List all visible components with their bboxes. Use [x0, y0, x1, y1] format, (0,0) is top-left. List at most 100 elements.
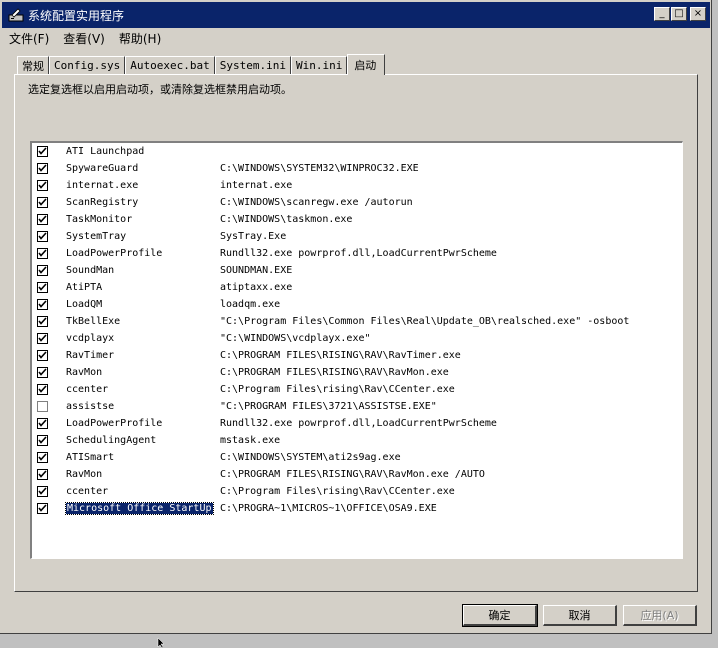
cancel-button[interactable]: 取消	[543, 605, 617, 626]
startup-item-row[interactable]: RavMon C:\PROGRAM FILES\RISING\RAV\RavMon…	[32, 364, 682, 381]
startup-item-checkbox[interactable]	[37, 163, 48, 174]
tab-autoexec-bat[interactable]: Autoexec.bat	[125, 56, 215, 74]
startup-item-row[interactable]: LoadPowerProfile Rundll32.exe powrprof.dl…	[32, 415, 682, 432]
startup-item-checkbox[interactable]	[37, 333, 48, 344]
startup-item-row[interactable]: ccenter C:\Program Files\rising\Rav\CCent…	[32, 381, 682, 398]
startup-item-row[interactable]: LoadQM loadqm.exe	[32, 296, 682, 313]
maximize-button[interactable]: □	[671, 7, 687, 21]
startup-item-name-text: SpywareGuard	[66, 163, 139, 174]
startup-item-row[interactable]: SoundMan SOUNDMAN.EXE	[32, 262, 682, 279]
startup-item-name-text: internat.exe	[66, 180, 139, 191]
startup-item-checkbox[interactable]	[37, 486, 48, 497]
checkmark-icon	[38, 215, 47, 223]
startup-item-row[interactable]: internat.exe internat.exe	[32, 177, 682, 194]
startup-item-checkbox[interactable]	[37, 367, 48, 378]
startup-item-name-text: RavTimer	[66, 350, 115, 361]
startup-item-row[interactable]: Microsoft Office StartUp C:\PROGRA~1\MICR…	[32, 500, 682, 517]
startup-item-name-text: LoadPowerProfile	[66, 418, 163, 429]
startup-item-row[interactable]: RavTimer C:\PROGRAM FILES\RISING\RAV\RavT…	[32, 347, 682, 364]
checkmark-icon	[38, 504, 47, 512]
startup-item-name-text: ATI Launchpad	[66, 146, 145, 157]
startup-item-row[interactable]: TkBellExe "C:\Program Files\Common Files\…	[32, 313, 682, 330]
startup-item-row[interactable]: RavMon C:\PROGRAM FILES\RISING\RAV\RavMon…	[32, 466, 682, 483]
startup-item-checkbox[interactable]	[37, 231, 48, 242]
startup-item-command: loadqm.exe	[220, 299, 281, 310]
ok-button[interactable]: 确定	[462, 604, 538, 627]
startup-item-checkbox[interactable]	[37, 248, 48, 259]
startup-item-checkbox[interactable]	[37, 452, 48, 463]
menu-help[interactable]: 帮助(H)	[112, 30, 168, 47]
startup-item-checkbox[interactable]	[37, 146, 48, 157]
startup-item-name: ccenter	[66, 384, 220, 395]
startup-item-checkbox[interactable]	[37, 401, 48, 412]
startup-item-row[interactable]: SpywareGuard C:\WINDOWS\SYSTEM32\WINPROC3…	[32, 160, 682, 177]
startup-item-name: assistse	[66, 401, 220, 412]
startup-item-name-text: ccenter	[66, 384, 109, 395]
startup-item-checkbox[interactable]	[37, 299, 48, 310]
startup-item-row[interactable]: assistse "C:\PROGRAM FILES\3721\ASSISTSE.…	[32, 398, 682, 415]
tab-system-ini[interactable]: System.ini	[214, 56, 291, 74]
startup-item-row[interactable]: SystemTray SysTray.Exe	[32, 228, 682, 245]
startup-item-row[interactable]: ccenter C:\Program Files\rising\Rav\CCent…	[32, 483, 682, 500]
menu-view[interactable]: 查看(V)	[56, 30, 112, 47]
startup-item-row[interactable]: ATISmart C:\WINDOWS\SYSTEM\ati2s9ag.exe	[32, 449, 682, 466]
close-button[interactable]: ×	[690, 7, 706, 21]
startup-item-name: ATI Launchpad	[66, 146, 220, 157]
menu-bar: 文件(F) 查看(V) 帮助(H)	[2, 28, 710, 48]
startup-item-checkbox[interactable]	[37, 384, 48, 395]
startup-item-row[interactable]: vcdplayx "C:\WINDOWS\vcdplayx.exe"	[32, 330, 682, 347]
startup-item-checkbox[interactable]	[37, 503, 48, 514]
checkmark-icon	[38, 436, 47, 444]
checkmark-icon	[38, 198, 47, 206]
tab-strip: 常规 Config.sys Autoexec.bat System.ini Wi…	[17, 54, 386, 75]
menu-file[interactable]: 文件(F)	[2, 30, 56, 47]
startup-item-row[interactable]: SchedulingAgent mstask.exe	[32, 432, 682, 449]
startup-item-row[interactable]: TaskMonitor C:\WINDOWS\taskmon.exe	[32, 211, 682, 228]
startup-item-checkbox[interactable]	[37, 435, 48, 446]
startup-item-name-text: ScanRegistry	[66, 197, 139, 208]
tab-startup[interactable]: 启动	[347, 54, 386, 75]
checkmark-icon	[38, 487, 47, 495]
startup-item-name-text: LoadQM	[66, 299, 103, 310]
close-icon: ×	[693, 8, 703, 19]
tab-general[interactable]: 常规	[17, 56, 49, 74]
apply-button[interactable]: 应用(A)	[623, 605, 697, 626]
startup-item-row[interactable]: ScanRegistry C:\WINDOWS\scanregw.exe /aut…	[32, 194, 682, 211]
startup-item-checkbox[interactable]	[37, 418, 48, 429]
startup-item-command: SysTray.Exe	[220, 231, 287, 242]
startup-item-name: SoundMan	[66, 265, 220, 276]
startup-item-checkbox[interactable]	[37, 350, 48, 361]
checkmark-icon	[38, 147, 47, 155]
startup-item-checkbox[interactable]	[37, 316, 48, 327]
startup-item-name-text: TaskMonitor	[66, 214, 133, 225]
startup-item-checkbox[interactable]	[37, 265, 48, 276]
app-icon	[8, 7, 24, 23]
checkmark-icon	[38, 300, 47, 308]
startup-item-name: RavMon	[66, 469, 220, 480]
startup-item-command: C:\PROGRAM FILES\RISING\RAV\RavTimer.exe	[220, 350, 461, 361]
startup-item-name-text: SchedulingAgent	[66, 435, 157, 446]
startup-item-name: vcdplayx	[66, 333, 220, 344]
startup-item-command: Rundll32.exe powrprof.dll,LoadCurrentPwr…	[220, 418, 497, 429]
startup-item-row[interactable]: LoadPowerProfile Rundll32.exe powrprof.dl…	[32, 245, 682, 262]
startup-item-row[interactable]: ATI Launchpad	[32, 143, 682, 160]
checkmark-icon	[38, 351, 47, 359]
minimize-button[interactable]: _	[654, 7, 670, 21]
tab-win-ini[interactable]: Win.ini	[290, 56, 348, 74]
startup-item-checkbox[interactable]	[37, 469, 48, 480]
background-edge	[712, 0, 718, 647]
startup-item-command: C:\WINDOWS\taskmon.exe	[220, 214, 353, 225]
startup-item-name-text: Microsoft Office StartUp	[65, 502, 214, 515]
startup-item-name-text: RavMon	[66, 367, 103, 378]
startup-item-name: AtiPTA	[66, 282, 220, 293]
startup-item-name: RavTimer	[66, 350, 220, 361]
title-bar[interactable]: 系统配置实用程序 _ □ ×	[2, 2, 710, 28]
startup-item-checkbox[interactable]	[37, 180, 48, 191]
startup-item-checkbox[interactable]	[37, 282, 48, 293]
startup-item-command: C:\PROGRAM FILES\RISING\RAV\RavMon.exe /…	[220, 469, 485, 480]
startup-list[interactable]: ATI Launchpad SpywareGuard C:\WINDOWS\SYST…	[30, 141, 683, 559]
startup-item-row[interactable]: AtiPTA atiptaxx.exe	[32, 279, 682, 296]
startup-item-checkbox[interactable]	[37, 197, 48, 208]
startup-item-checkbox[interactable]	[37, 214, 48, 225]
tab-config-sys[interactable]: Config.sys	[49, 56, 126, 74]
